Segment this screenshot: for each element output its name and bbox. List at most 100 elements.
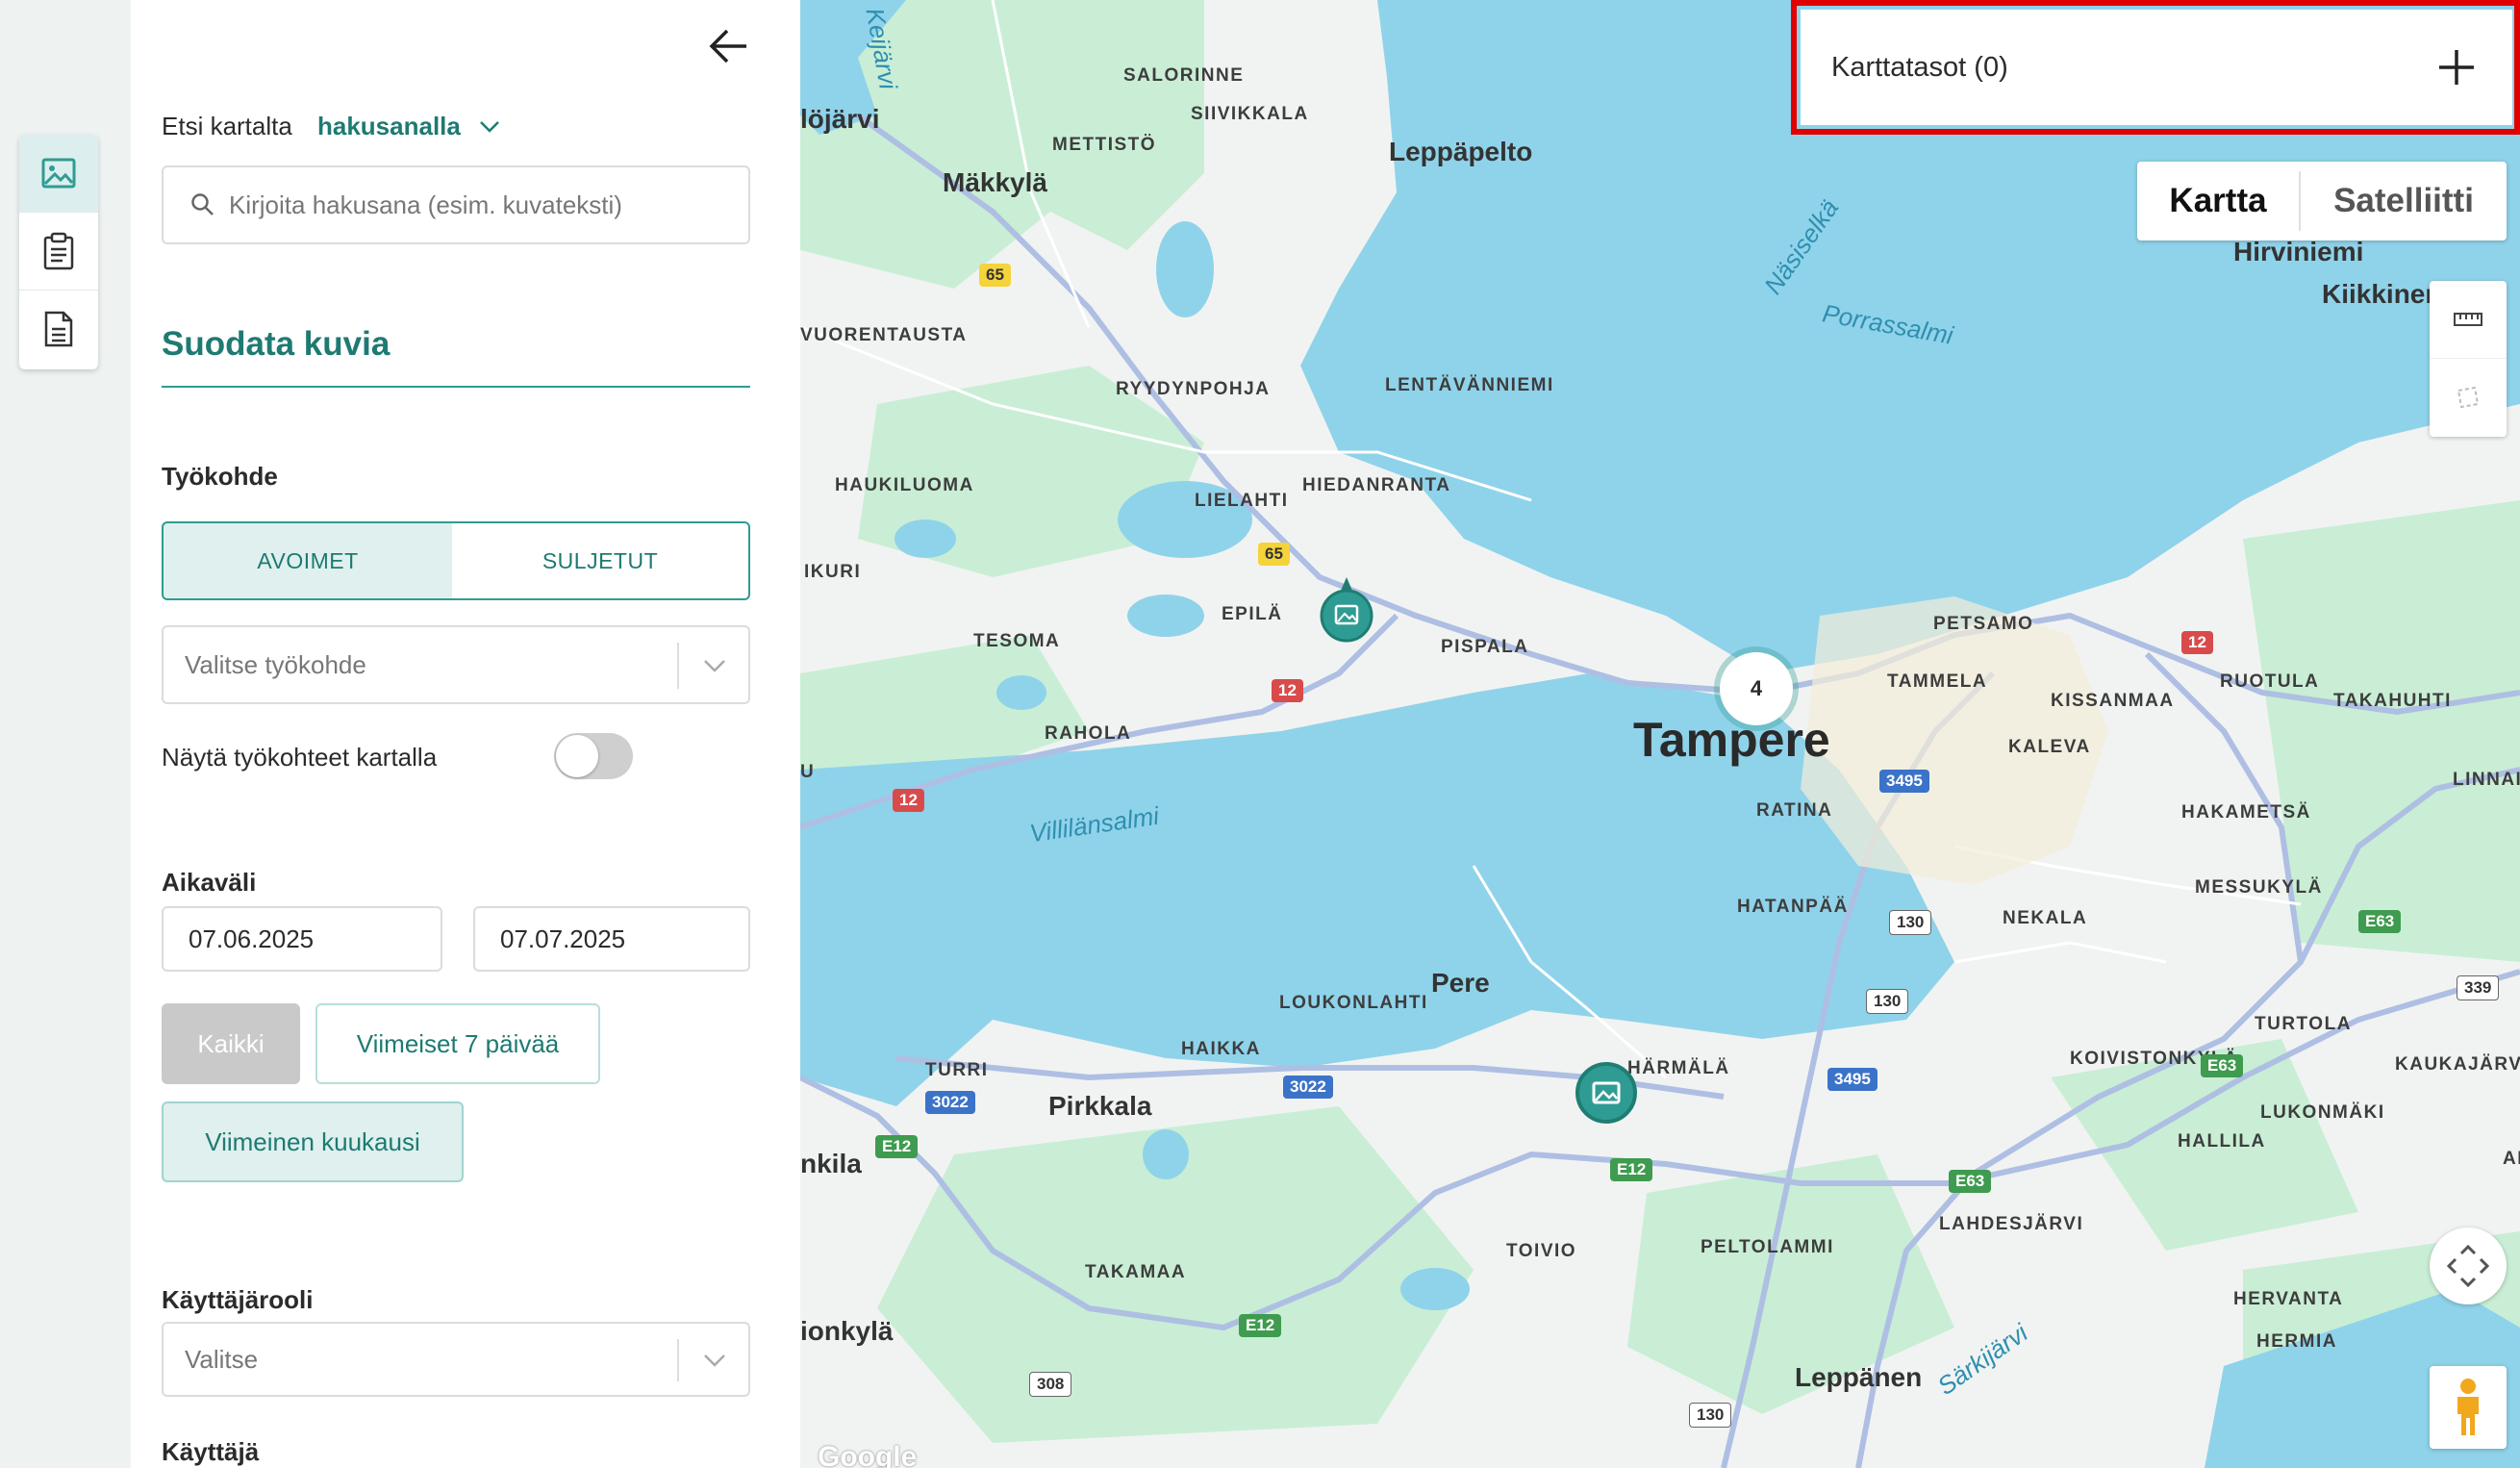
- map-label-kissanmaa: KISSANMAA: [2051, 691, 2175, 711]
- user-role-placeholder: Valitse: [185, 1344, 259, 1374]
- filter-title: Suodata kuvia: [162, 325, 391, 363]
- end-date-input[interactable]: 07.07.2025: [473, 906, 750, 972]
- map-label-pirkkala: Pirkkala: [1048, 1091, 1152, 1121]
- search-placeholder: Kirjoita hakusana (esim. kuvateksti): [229, 190, 622, 219]
- road-shield: 3495: [1879, 770, 1929, 793]
- map-label-haukiluoma: HAUKILUOMA: [835, 475, 974, 495]
- chevron-down-icon: [479, 120, 499, 133]
- map-label-rahola: RAHOLA: [1045, 723, 1132, 744]
- map-label-leppanen: Leppänen: [1795, 1362, 1923, 1392]
- search-mode-label: hakusanalla: [317, 112, 461, 140]
- user-label: Käyttäjä: [162, 1437, 260, 1466]
- map-label-hatanpaa: HATANPÄÄ: [1737, 897, 1849, 917]
- all-button[interactable]: Kaikki: [162, 1003, 300, 1084]
- show-worksites-label: Näytä työkohteet kartalla: [162, 743, 438, 772]
- road-shield: 130: [1689, 1403, 1732, 1428]
- photo-marker[interactable]: [1320, 575, 1373, 645]
- road-shield: E12: [1239, 1314, 1282, 1337]
- period-label: Aikaväli: [162, 868, 257, 897]
- map-label-hervanta: HERVANTA: [2233, 1289, 2344, 1309]
- worksite-label: Työkohde: [162, 462, 278, 491]
- photo-marker[interactable]: [1574, 1060, 1639, 1126]
- map-label-harmala: HÄRMÄLÄ: [1627, 1058, 1730, 1078]
- start-date-input[interactable]: 07.06.2025: [162, 906, 442, 972]
- last-7-days-button[interactable]: Viimeiset 7 päivää: [315, 1003, 600, 1084]
- last-month-button[interactable]: Viimeinen kuukausi: [162, 1101, 464, 1182]
- road-shield: 3495: [1827, 1068, 1877, 1091]
- road-shield: E12: [875, 1135, 919, 1158]
- street-view-button[interactable]: [2430, 1366, 2507, 1449]
- select-divider: [677, 643, 679, 689]
- move-arrows-icon: [2446, 1244, 2490, 1288]
- measure-tools: [2430, 281, 2507, 437]
- images-view-button[interactable]: [19, 135, 98, 213]
- map-label-lahdesjarvi: LAHDESJÄRVI: [1939, 1214, 2084, 1234]
- road-shield: 3022: [1283, 1076, 1333, 1099]
- map-label-takahuhti: TAKAHUHTI: [2333, 691, 2452, 711]
- image-icon: [41, 158, 76, 189]
- road-shield: E63: [2358, 910, 2402, 933]
- map-label-kaleva: KALEVA: [2008, 737, 2091, 757]
- end-date-value: 07.07.2025: [500, 924, 626, 953]
- map-label-hermia: HERMIA: [2256, 1331, 2337, 1352]
- search-mode-dropdown[interactable]: hakusanalla: [317, 112, 501, 141]
- road-shield: 130: [1866, 989, 1909, 1014]
- left-rail: [0, 0, 131, 1468]
- road-shield: 65: [1258, 543, 1290, 566]
- area-button[interactable]: [2430, 359, 2507, 436]
- map-label-lukonmaki: LUKONMÄKI: [2260, 1102, 2385, 1123]
- map-label-salorinne: SALORINNE: [1123, 65, 1245, 86]
- chevron-down-icon: [704, 660, 725, 672]
- tasks-view-button[interactable]: [19, 213, 98, 291]
- map-label-kaukajarvi: KAUKAJÄRVI: [2395, 1054, 2520, 1075]
- worksite-select[interactable]: Valitse työkohde: [162, 625, 750, 704]
- image-pin-icon: [1575, 1062, 1637, 1124]
- map-label-turri: TURRI: [925, 1060, 989, 1080]
- arrow-left-icon: [709, 29, 746, 63]
- document-icon: [44, 311, 73, 347]
- map-label-linnainmaa: LINNAINM: [2453, 770, 2520, 790]
- google-attribution: Google: [818, 1441, 918, 1468]
- user-role-select[interactable]: Valitse: [162, 1322, 750, 1397]
- tab-open[interactable]: AVOIMET: [162, 521, 454, 600]
- chevron-down-icon: [704, 1354, 725, 1367]
- map-label-messukyla: MESSUKYLÄ: [2195, 877, 2323, 898]
- search-prefix-label: Etsi kartalta: [162, 112, 292, 140]
- map-label-epila: EPILÄ: [1222, 604, 1283, 624]
- map-label-lentavanniemi: LENTÄVÄNNIEMI: [1385, 375, 1554, 395]
- map-label-turtola: TURTOLA: [2255, 1014, 2352, 1034]
- view-switcher: [19, 135, 98, 369]
- user-role-label: Käyttäjärooli: [162, 1285, 314, 1314]
- worksite-select-placeholder: Valitse työkohde: [185, 649, 366, 679]
- start-date-value: 07.06.2025: [189, 924, 315, 953]
- map-label-lielahti: LIELAHTI: [1195, 491, 1289, 511]
- cluster-marker[interactable]: 4: [1720, 652, 1793, 725]
- pan-control[interactable]: [2430, 1228, 2507, 1304]
- plus-icon[interactable]: [2437, 48, 2476, 87]
- map-type-switch: Kartta Satelliitti: [2137, 162, 2507, 240]
- satellite-type-button[interactable]: Satelliitti: [2301, 162, 2507, 240]
- map-type-button[interactable]: Kartta: [2137, 162, 2299, 240]
- search-icon: [191, 193, 214, 215]
- map-label-hallila: HALLILA: [2178, 1131, 2266, 1152]
- map-label-pispala: PISPALA: [1441, 637, 1529, 657]
- map-label-haikka: HAIKKA: [1181, 1039, 1261, 1059]
- area-icon: [2457, 386, 2480, 409]
- map-label-leppapelto: Leppäpelto: [1389, 137, 1533, 166]
- map-label-mettisto: METTISTÖ: [1052, 135, 1157, 155]
- map-label-petsamo: PETSAMO: [1933, 614, 2034, 634]
- map-label-nkila: nkila: [800, 1149, 862, 1178]
- layers-panel[interactable]: Karttatasot (0): [1801, 10, 2512, 125]
- show-worksites-toggle[interactable]: [554, 733, 633, 779]
- map-view[interactable]: SALORINNE SIIVIKKALA METTISTÖ Mäkkylä Le…: [800, 0, 2520, 1468]
- back-button[interactable]: [708, 25, 750, 72]
- search-input[interactable]: Kirjoita hakusana (esim. kuvateksti): [162, 165, 750, 244]
- road-shield: 308: [1029, 1372, 1072, 1397]
- tab-closed[interactable]: SULJETUT: [452, 521, 750, 600]
- map-label-siivikkala: SIIVIKKALA: [1191, 104, 1309, 124]
- map-label-hiedanranta: HIEDANRANTA: [1302, 475, 1451, 495]
- map-label-toivio: TOIVIO: [1506, 1241, 1577, 1261]
- documents-view-button[interactable]: [19, 291, 98, 367]
- filter-panel: Etsi kartalta hakusanalla Kirjoita hakus…: [131, 0, 800, 1468]
- ruler-button[interactable]: [2430, 281, 2507, 359]
